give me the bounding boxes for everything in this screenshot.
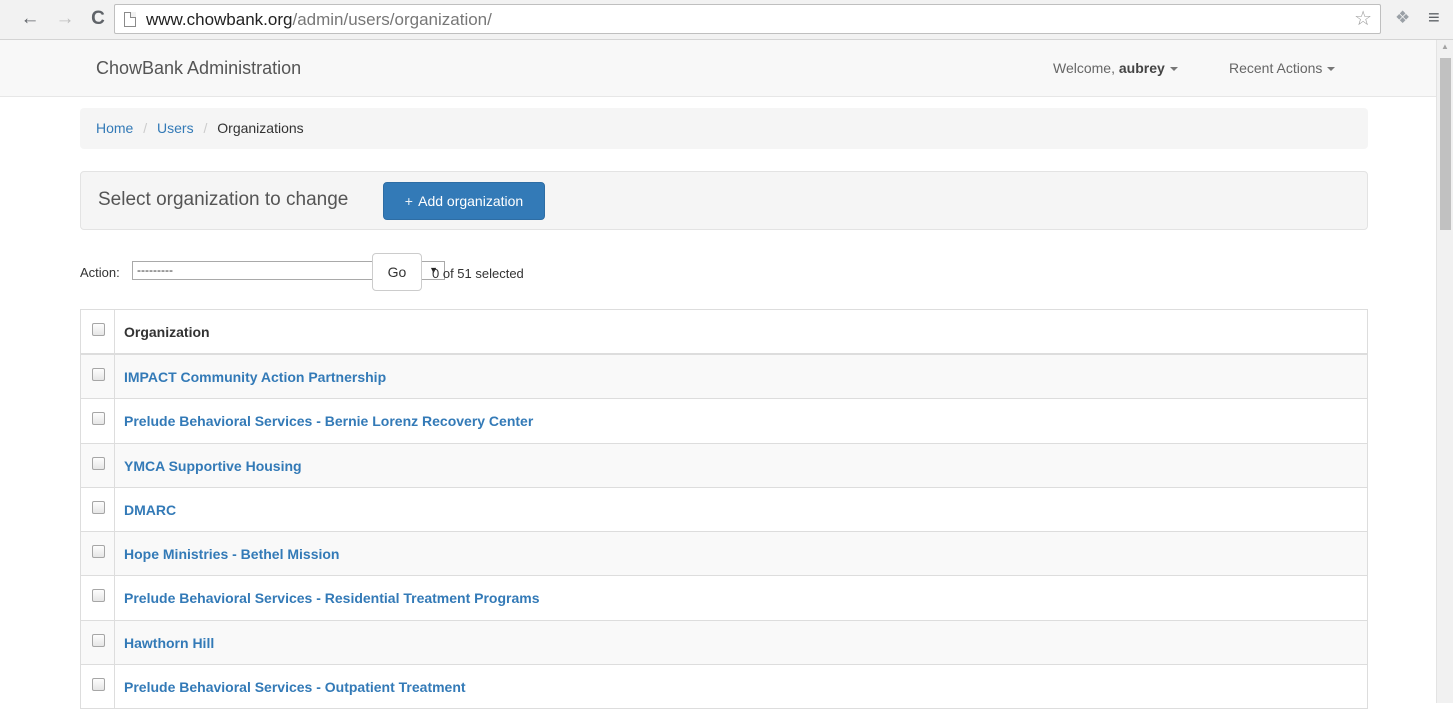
- recent-actions-menu[interactable]: Recent Actions: [1229, 60, 1336, 76]
- row-checkbox[interactable]: [92, 412, 105, 426]
- page-title: Select organization to change: [98, 189, 349, 210]
- menu-icon[interactable]: ≡: [1428, 8, 1440, 28]
- user-menu[interactable]: Welcome, aubrey: [1053, 60, 1178, 76]
- caret-down-icon: [1327, 67, 1336, 72]
- page-icon: [124, 12, 136, 27]
- dropbox-extension-icon[interactable]: ❖: [1395, 8, 1410, 28]
- forward-arrow-icon[interactable]: →: [55, 8, 75, 30]
- back-arrow-icon[interactable]: ←: [20, 8, 40, 30]
- organization-link[interactable]: Prelude Behavioral Services - Residentia…: [124, 590, 540, 606]
- action-label: Action:: [80, 265, 120, 280]
- table-row: Prelude Behavioral Services - Outpatient…: [81, 664, 1367, 709]
- table-row: Prelude Behavioral Services - Bernie Lor…: [81, 399, 1367, 444]
- results-table: Organization IMPACT Community Action Par…: [80, 309, 1368, 709]
- page-scrollbar[interactable]: ▲: [1436, 40, 1453, 703]
- username: aubrey: [1118, 60, 1165, 76]
- table-row: IMPACT Community Action Partnership: [81, 355, 1367, 400]
- address-bar[interactable]: www.chowbank.org/admin/users/organizatio…: [114, 4, 1381, 34]
- breadcrumb-separator: /: [143, 120, 148, 136]
- bookmark-star-icon[interactable]: ☆: [1354, 8, 1372, 30]
- page-header: Select organization to change + Add orga…: [80, 171, 1368, 230]
- add-organization-button[interactable]: + Add organization: [383, 182, 545, 220]
- go-button[interactable]: Go: [372, 253, 422, 291]
- breadcrumb-home[interactable]: Home: [96, 120, 133, 136]
- organization-link[interactable]: Hope Ministries - Bethel Mission: [124, 546, 339, 562]
- organization-link[interactable]: Hawthorn Hill: [124, 635, 214, 651]
- breadcrumb-users[interactable]: Users: [157, 120, 194, 136]
- table-row: YMCA Supportive Housing: [81, 443, 1367, 488]
- row-checkbox[interactable]: [92, 589, 105, 603]
- browser-toolbar: ← → C www.chowbank.org/admin/users/organ…: [0, 0, 1453, 40]
- select-all-checkbox[interactable]: [92, 323, 105, 336]
- table-row: Hope Ministries - Bethel Mission: [81, 532, 1367, 577]
- scroll-up-icon[interactable]: ▲: [1441, 42, 1449, 51]
- caret-down-icon: [1169, 67, 1178, 72]
- organization-link[interactable]: YMCA Supportive Housing: [124, 458, 302, 474]
- scrollbar-thumb[interactable]: [1440, 58, 1451, 230]
- selection-counter: 0 of 51 selected: [432, 266, 524, 281]
- organization-link[interactable]: Prelude Behavioral Services - Bernie Lor…: [124, 413, 533, 429]
- admin-navbar: ChowBank Administration Welcome, aubrey …: [0, 40, 1436, 97]
- row-checkbox[interactable]: [92, 677, 105, 691]
- breadcrumb-separator: /: [203, 120, 208, 136]
- breadcrumb: Home / Users / Organizations: [80, 108, 1368, 149]
- plus-icon: +: [404, 193, 413, 209]
- url-text[interactable]: www.chowbank.org/admin/users/organizatio…: [146, 10, 492, 30]
- organization-link[interactable]: DMARC: [124, 502, 176, 518]
- row-checkbox[interactable]: [92, 456, 105, 470]
- breadcrumb-organizations: Organizations: [217, 120, 304, 136]
- table-header-row: Organization: [81, 310, 1367, 355]
- row-checkbox[interactable]: [92, 368, 105, 381]
- table-row: Prelude Behavioral Services - Residentia…: [81, 576, 1367, 621]
- row-checkbox[interactable]: [92, 633, 105, 647]
- column-header-organization[interactable]: Organization: [124, 324, 210, 340]
- table-row: Hawthorn Hill: [81, 620, 1367, 665]
- table-row: DMARC: [81, 487, 1367, 532]
- row-checkbox[interactable]: [92, 545, 105, 558]
- site-brand[interactable]: ChowBank Administration: [96, 58, 301, 79]
- organization-link[interactable]: IMPACT Community Action Partnership: [124, 369, 386, 385]
- reload-icon[interactable]: C: [88, 8, 108, 30]
- organization-link[interactable]: Prelude Behavioral Services - Outpatient…: [124, 679, 466, 695]
- actions-bar: Action: --------- ▼ Go 0 of 51 selected: [80, 253, 780, 291]
- row-checkbox[interactable]: [92, 500, 105, 514]
